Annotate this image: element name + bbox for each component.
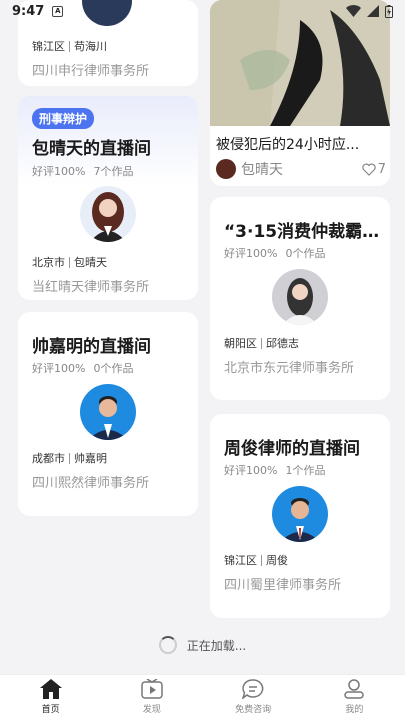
lawyer-card-qiudezhi[interactable]: “3·15消费仲裁霸... 好评100% 0个作品 朝阳区 邱德志 北京市东元律师事… bbox=[210, 197, 390, 400]
lawyer-firm: 四川蜀里律师事务所 bbox=[224, 578, 342, 593]
home-icon bbox=[39, 679, 62, 699]
user-icon bbox=[344, 679, 365, 699]
tab-discover[interactable]: 发现 bbox=[101, 675, 202, 720]
spinner-icon bbox=[158, 636, 177, 654]
video-card[interactable]: 被侵犯后的24小时应... 包晴天 7 bbox=[210, 0, 390, 186]
card-stats: 好评100% 0个作品 bbox=[32, 362, 134, 375]
lawyer-firm: 四川申行律师事务所 bbox=[32, 64, 150, 79]
bottom-tab-bar: 首页 发现 免费咨询 我的 bbox=[0, 674, 405, 720]
lawyer-location: 锦江区 苟海川 bbox=[32, 40, 107, 53]
video-author-row: 包晴天 7 bbox=[216, 158, 386, 180]
lawyer-location: 锦江区 周俊 bbox=[224, 554, 288, 567]
tab-mine[interactable]: 我的 bbox=[304, 675, 405, 720]
lawyer-card-zhoujun[interactable]: 周俊律师的直播间 好评100% 1个作品 锦江区 周俊 四川蜀里律师事务所 bbox=[210, 414, 390, 618]
signal-icon bbox=[367, 5, 379, 17]
card-stats: 好评100% 7个作品 bbox=[32, 165, 134, 178]
tab-free-consult[interactable]: 免费咨询 bbox=[203, 675, 304, 720]
card-stats: 好评100% 0个作品 bbox=[224, 247, 326, 260]
status-time: 9:47 bbox=[12, 3, 45, 19]
lawyer-avatar bbox=[272, 269, 328, 325]
battery-icon bbox=[385, 4, 393, 18]
lawyer-avatar bbox=[80, 186, 136, 242]
video-icon bbox=[141, 679, 163, 699]
card-title: 周俊律师的直播间 bbox=[224, 439, 360, 459]
lawyer-location: 成都市 帅嘉明 bbox=[32, 452, 107, 465]
author-name: 包晴天 bbox=[241, 162, 283, 178]
loading-text: 正在加载... bbox=[186, 638, 247, 653]
lawyer-firm: 当红晴天律师事务所 bbox=[32, 280, 150, 295]
heart-icon bbox=[362, 163, 376, 176]
lawyer-location: 北京市 包晴天 bbox=[32, 256, 107, 269]
category-tag: 刑事辩护 bbox=[32, 108, 95, 129]
lawyer-location: 朝阳区 邱德志 bbox=[224, 337, 299, 350]
lawyer-avatar bbox=[80, 384, 136, 440]
card-title: “3·15消费仲裁霸... bbox=[224, 222, 380, 242]
card-stats: 好评100% 1个作品 bbox=[224, 464, 326, 477]
lawyer-avatar bbox=[272, 486, 328, 542]
lawyer-firm: 北京市东元律师事务所 bbox=[224, 361, 355, 376]
wifi-icon bbox=[346, 5, 361, 17]
author-avatar bbox=[216, 159, 236, 179]
lawyer-firm: 四川熙然律师事务所 bbox=[32, 476, 150, 491]
lawyer-card-baoqingtian[interactable]: 刑事辩护 包晴天的直播间 好评100% 7个作品 北京市 包晴天 当红晴天律师事务所 bbox=[18, 96, 198, 300]
status-bar: 9:47 A bbox=[0, 0, 405, 22]
notification-icon: A bbox=[52, 5, 64, 17]
loading-indicator: 正在加载... bbox=[0, 636, 405, 654]
like-button[interactable]: 7 bbox=[362, 162, 386, 177]
chat-icon bbox=[242, 679, 264, 699]
tab-home[interactable]: 首页 bbox=[0, 675, 101, 720]
card-title: 帅嘉明的直播间 bbox=[32, 337, 151, 357]
lawyer-card-shuaijiaming[interactable]: 帅嘉明的直播间 好评100% 0个作品 成都市 帅嘉明 四川熙然律师事务所 bbox=[18, 312, 198, 516]
card-title: 包晴天的直播间 bbox=[32, 139, 151, 159]
video-title: 被侵犯后的24小时应... bbox=[216, 137, 360, 153]
